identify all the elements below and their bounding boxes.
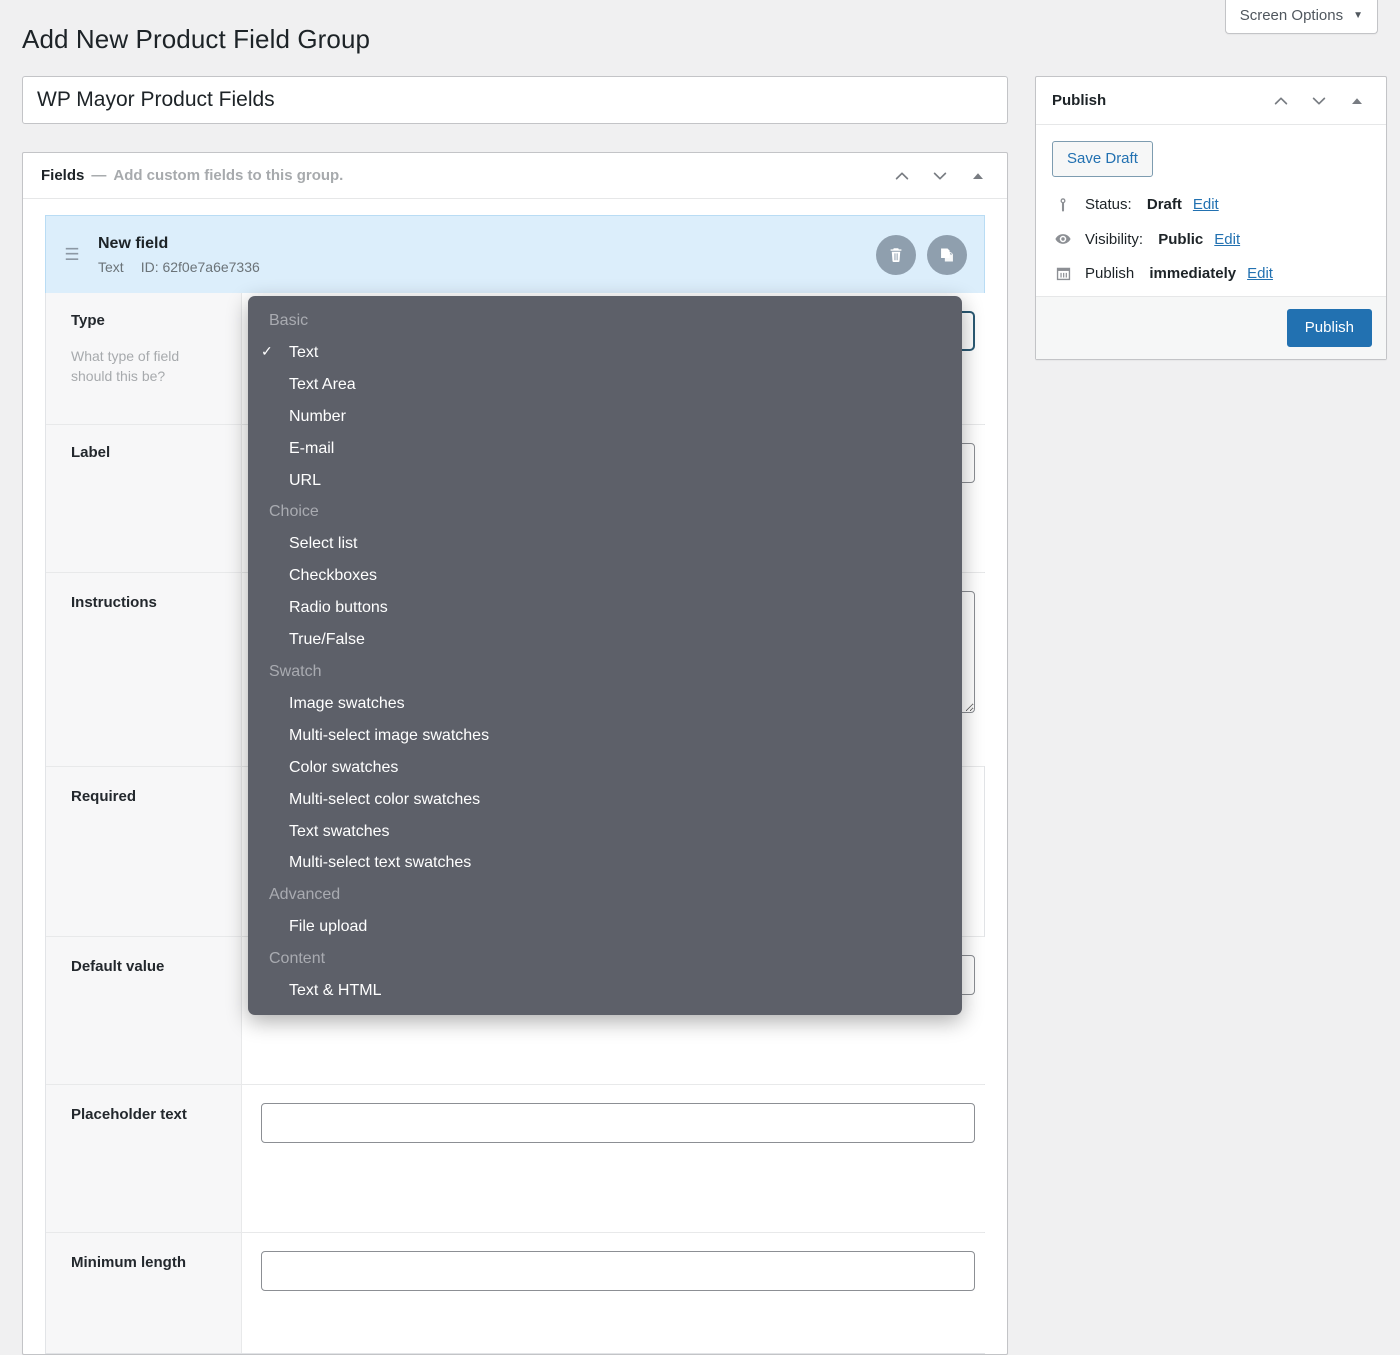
required-label: Required [71, 788, 137, 805]
field-type-label: Text [98, 258, 124, 275]
publish-metabox-footer: Publish [1036, 296, 1386, 359]
field-header-actions [876, 234, 967, 275]
field-type-dropdown-menu[interactable]: Basic TextText AreaNumberE-mailURL Choice S… [248, 296, 962, 1015]
field-name: New field [98, 234, 169, 252]
visibility-edit-link[interactable]: Edit [1214, 231, 1240, 248]
dropdown-option[interactable]: File upload [248, 911, 962, 943]
save-draft-button[interactable]: Save Draft [1052, 141, 1153, 177]
setting-label-default-value: Default value [46, 937, 242, 1084]
publish-metabox-body: Save Draft Status: Draft Edit Visibility… [1036, 125, 1386, 296]
dropdown-option[interactable]: Text swatches [248, 816, 962, 848]
publish-metabox-header: Publish [1036, 77, 1386, 125]
dropdown-option[interactable]: Image swatches [248, 688, 962, 720]
field-minimum-length-input[interactable] [261, 1251, 975, 1291]
page-title: Add New Product Field Group [22, 24, 371, 54]
dropdown-group-label: Swatch [269, 662, 322, 680]
drag-handle-icon[interactable]: ☰ [46, 246, 98, 263]
toggle-icon[interactable] [967, 165, 989, 187]
dropdown-option[interactable]: URL [248, 465, 962, 497]
dropdown-option[interactable]: Radio buttons [248, 592, 962, 624]
pin-icon [1052, 197, 1074, 213]
minimum-length-label: Minimum length [71, 1254, 186, 1271]
setting-row-minimum-length: Minimum length [46, 1233, 997, 1353]
fields-metabox-description: Add custom fields to this group. [113, 167, 344, 184]
dropdown-option[interactable]: Checkboxes [248, 560, 962, 592]
field-header-text: New field Text ID: 62f0e7a6e7336 [98, 235, 260, 275]
field-meta: Text ID: 62f0e7a6e7336 [98, 259, 260, 275]
default-value-label: Default value [71, 958, 165, 975]
dropdown-option[interactable]: Multi-select image swatches [248, 720, 962, 752]
schedule-prefix: Publish [1085, 265, 1139, 282]
dropdown-option[interactable]: Text [248, 337, 962, 369]
dropdown-group-label: Basic [269, 312, 309, 329]
delete-field-button[interactable] [876, 234, 916, 275]
schedule-value: immediately [1149, 265, 1237, 282]
publish-visibility-line: Visibility: Public Edit [1052, 230, 1370, 248]
label-label: Label [71, 444, 111, 461]
schedule-edit-link[interactable]: Edit [1247, 265, 1273, 282]
dropdown-option[interactable]: Number [248, 401, 962, 433]
fields-metabox-title: Fields [41, 167, 85, 184]
dropdown-option[interactable]: Text & HTML [248, 975, 962, 1007]
publish-button[interactable]: Publish [1286, 309, 1372, 347]
dropdown-option[interactable]: Text Area [248, 369, 962, 401]
dropdown-group-label: Advanced [269, 886, 341, 904]
toggle-icon[interactable] [1346, 90, 1368, 112]
fields-metabox-dash: — [91, 167, 107, 184]
setting-label-required: Required [46, 767, 242, 936]
screen-options-label: Screen Options [1239, 7, 1344, 24]
dropdown-option[interactable]: Image [248, 1007, 962, 1015]
setting-label-minimum-length: Minimum length [46, 1233, 242, 1353]
eye-icon [1052, 230, 1074, 248]
field-id-label: ID: 62f0e7a6e7336 [140, 258, 260, 275]
fields-metabox-controls [891, 165, 993, 187]
instructions-label: Instructions [71, 594, 157, 611]
calendar-icon [1052, 265, 1074, 282]
type-label: Type [71, 312, 105, 329]
move-up-icon[interactable] [891, 165, 913, 187]
dropdown-option[interactable]: True/False [248, 624, 962, 656]
status-edit-link[interactable]: Edit [1193, 196, 1219, 213]
setting-field-minimum-length [242, 1233, 997, 1353]
setting-row-placeholder-text: Placeholder text [46, 1085, 997, 1233]
publish-metabox-controls [1270, 90, 1372, 112]
move-up-icon[interactable] [1270, 90, 1292, 112]
status-value: Draft [1146, 196, 1182, 213]
fields-metabox-header: Fields — Add custom fields to this group… [23, 153, 1007, 199]
duplicate-icon [941, 248, 953, 261]
field-header[interactable]: ☰ New field Text ID: 62f0e7a6e7336 [45, 215, 985, 293]
dropdown-group-label: Choice [269, 503, 319, 521]
dropdown-group-label: Content [269, 950, 326, 968]
placeholder-text-label: Placeholder text [71, 1106, 187, 1123]
publish-status-line: Status: Draft Edit [1052, 196, 1370, 213]
setting-field-placeholder-text [242, 1085, 997, 1232]
chevron-down-icon: ▼ [1353, 9, 1363, 21]
publish-metabox: Publish Save Draft Status: Draft Edit Vi… [1035, 76, 1387, 360]
status-prefix: Status: [1085, 196, 1136, 213]
screen-options-button[interactable]: Screen Options ▼ [1224, 0, 1378, 34]
side-column: Publish Save Draft Status: Draft Edit Vi… [1035, 76, 1387, 360]
dropdown-option[interactable]: Color swatches [248, 752, 962, 784]
dropdown-option[interactable]: Select list [248, 528, 962, 560]
move-down-icon[interactable] [1308, 90, 1330, 112]
publish-metabox-title: Publish [1052, 92, 1107, 109]
visibility-prefix: Visibility: [1085, 230, 1148, 248]
dropdown-option[interactable]: E-mail [248, 433, 962, 465]
setting-label-placeholder-text: Placeholder text [46, 1085, 242, 1232]
setting-label-instructions: Instructions [46, 573, 242, 766]
dropdown-option[interactable]: Multi-select color swatches [248, 784, 962, 816]
setting-label-type: Type What type of field should this be? [46, 293, 242, 424]
dropdown-option[interactable]: Multi-select text swatches [248, 847, 962, 879]
type-hint: What type of field should this be? [71, 348, 180, 385]
move-down-icon[interactable] [929, 165, 951, 187]
visibility-value: Public [1158, 230, 1204, 248]
field-placeholder-text-input[interactable] [261, 1103, 975, 1143]
delete-icon [890, 247, 902, 262]
setting-label-label: Label [46, 425, 242, 572]
post-title-input[interactable] [22, 76, 1008, 124]
publish-schedule-line: Publish immediately Edit [1052, 265, 1370, 282]
duplicate-field-button[interactable] [927, 234, 967, 275]
